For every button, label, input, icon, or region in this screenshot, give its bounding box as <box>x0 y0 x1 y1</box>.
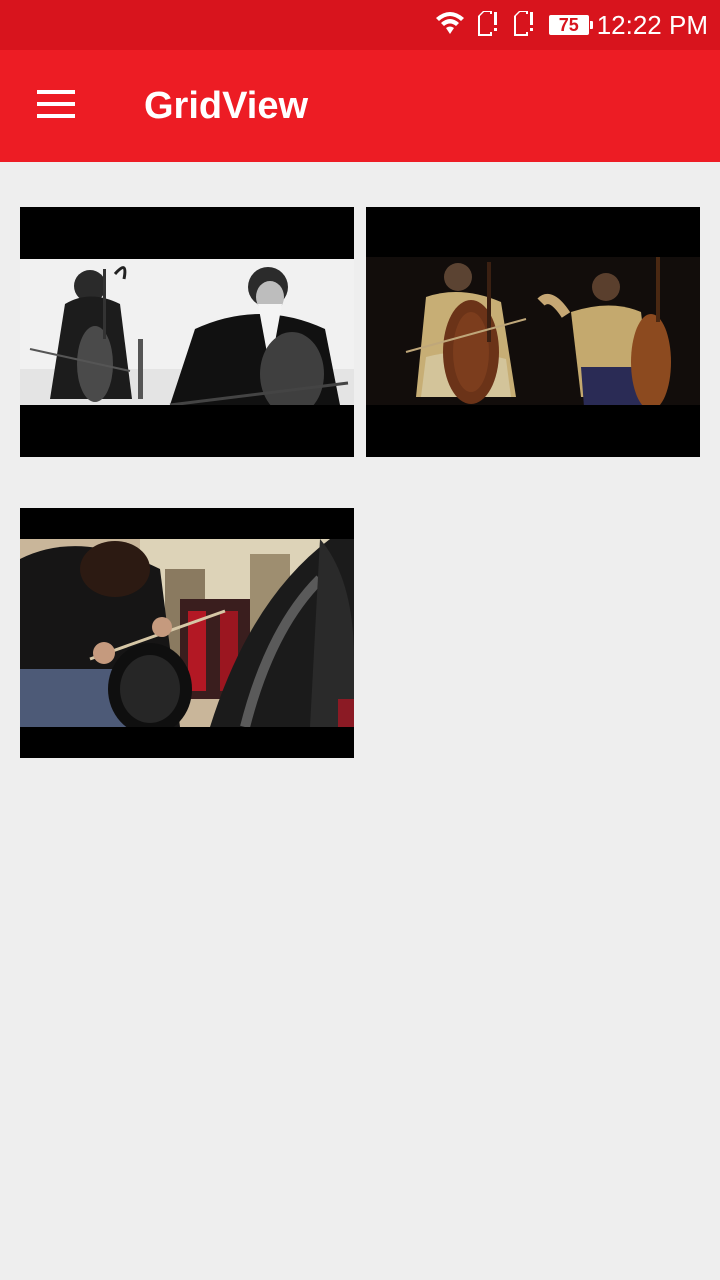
battery-icon: 75 <box>548 15 593 35</box>
video-thumbnail-image <box>20 539 354 727</box>
hamburger-menu-icon <box>37 89 75 123</box>
video-thumbnail-image <box>20 259 354 405</box>
grid-item-video-thumbnail[interactable] <box>20 207 354 457</box>
wifi-icon <box>435 10 465 41</box>
status-icons: 75 12:22 PM <box>423 0 708 50</box>
app-title: GridView <box>144 85 309 127</box>
video-thumbnail-image <box>366 257 700 409</box>
grid-item-video-thumbnail[interactable] <box>366 207 700 457</box>
menu-button[interactable] <box>20 70 92 142</box>
grid-item-video-thumbnail[interactable] <box>20 508 354 758</box>
sim-card-no-signal-icon <box>513 9 537 42</box>
app-bar: GridView <box>0 50 720 162</box>
status-bar: 75 12:22 PM <box>0 0 720 50</box>
clock: 12:22 PM <box>596 10 708 40</box>
battery-level: 75 <box>558 15 579 35</box>
sim-card-no-signal-icon <box>477 9 501 42</box>
